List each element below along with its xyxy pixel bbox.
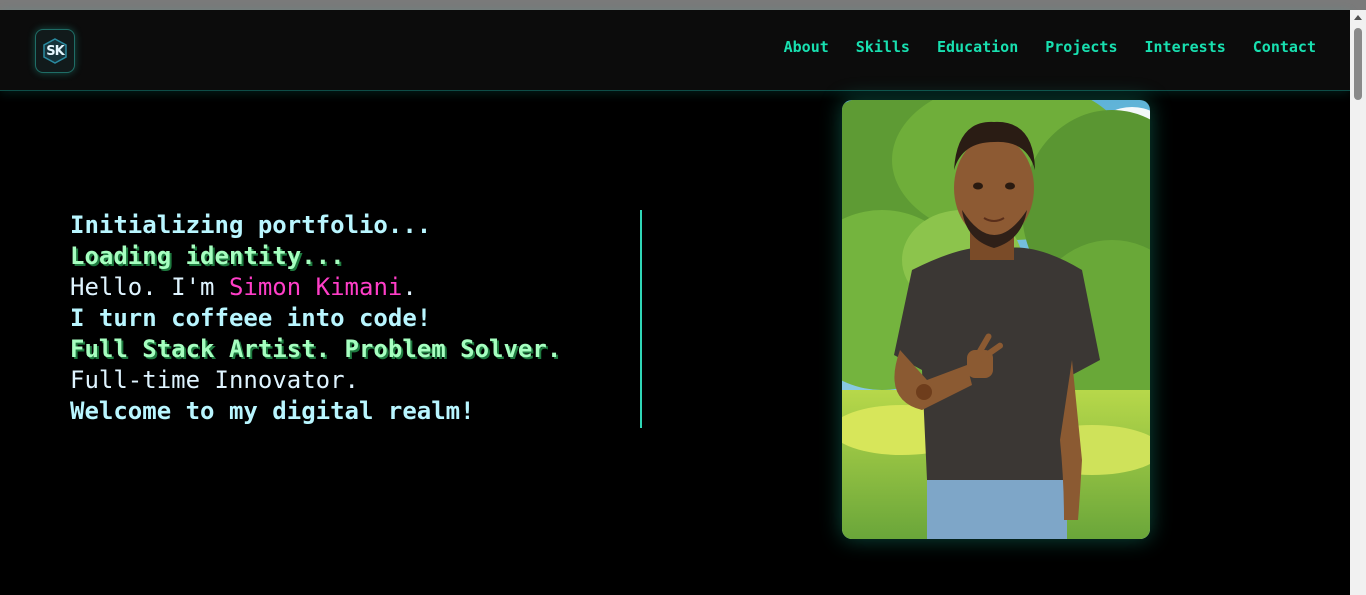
sk-hexagon-logo-icon: SK <box>41 37 69 65</box>
terminal-line-7: Welcome to my digital realm! <box>70 397 475 425</box>
nav-link-about[interactable]: About <box>784 38 829 56</box>
logo-text: SK <box>46 43 64 59</box>
navbar: SK About Skills Education Projects Inter… <box>0 10 1350 91</box>
scroll-thumb[interactable] <box>1354 28 1362 100</box>
nav-link-contact[interactable]: Contact <box>1253 38 1316 56</box>
nav-link-interests[interactable]: Interests <box>1145 38 1226 56</box>
terminal-line-5: Full Stack Artist. Problem Solver. <box>70 335 562 363</box>
name-suffix: . <box>402 273 417 301</box>
nav-link-projects[interactable]: Projects <box>1045 38 1117 56</box>
profile-portrait <box>842 100 1150 539</box>
terminal-line-2: Loading identity... <box>70 242 345 270</box>
hero-terminal-text: Initializing portfolio... Loading identi… <box>70 210 642 428</box>
nav-link-skills[interactable]: Skills <box>856 38 910 56</box>
terminal-line-4: I turn coffeee into code! <box>70 304 432 332</box>
browser-top-bar <box>0 0 1366 10</box>
scrollbar[interactable] <box>1350 10 1366 595</box>
nav-links: About Skills Education Projects Interest… <box>784 38 1316 56</box>
scroll-up-arrow-icon[interactable] <box>1354 15 1362 20</box>
terminal-line-3: Hello. I'm Simon Kimani. <box>70 272 640 303</box>
nav-link-education[interactable]: Education <box>937 38 1018 56</box>
site-logo[interactable]: SK <box>35 29 75 73</box>
highlighted-name: Simon Kimani <box>228 273 403 301</box>
terminal-line-1: Initializing portfolio... <box>70 211 432 239</box>
greeting-text: Hello. I'm <box>70 273 229 301</box>
terminal-line-6: Full-time Innovator. <box>70 366 359 394</box>
